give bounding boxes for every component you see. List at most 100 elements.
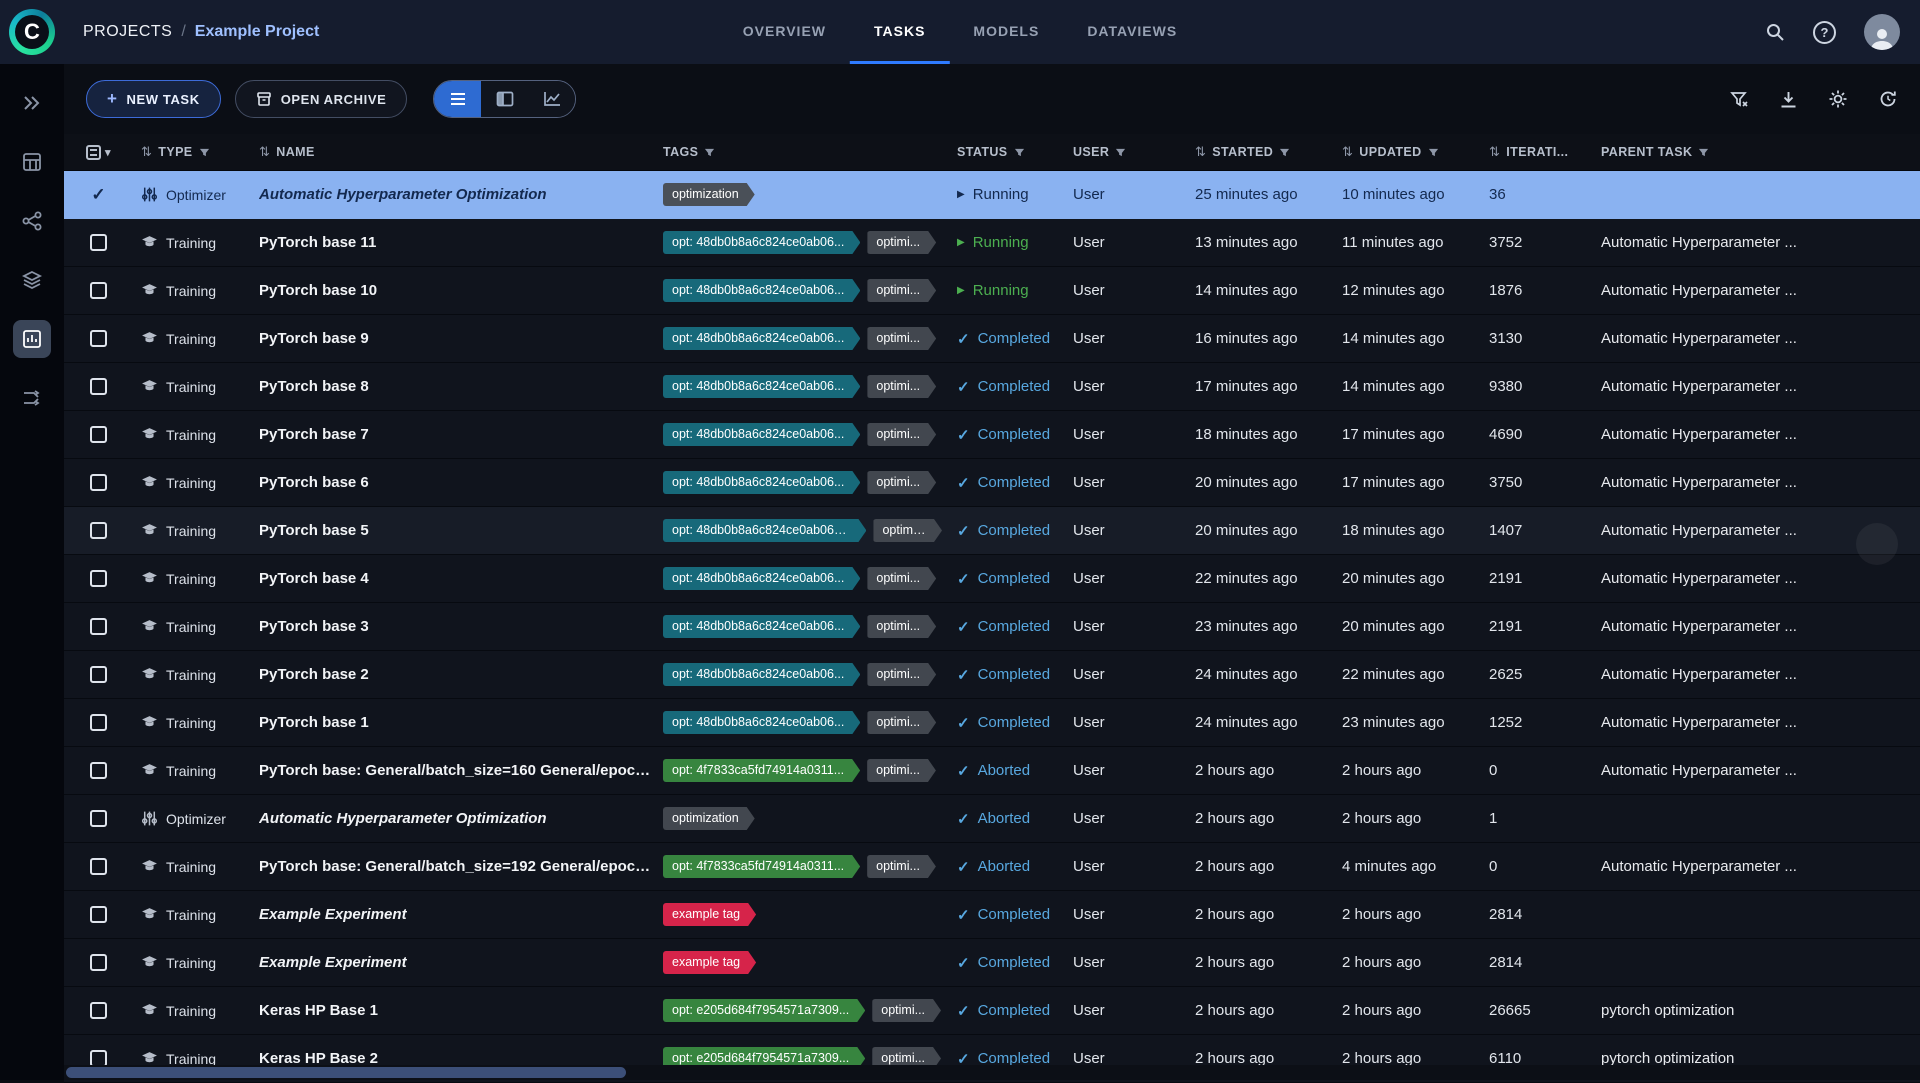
sidebar-item-pipelines[interactable] [13, 202, 51, 240]
column-header-user[interactable]: USER [1065, 145, 1187, 159]
column-header-tags[interactable]: TAGS [655, 145, 949, 159]
task-name[interactable]: PyTorch base 5 [259, 522, 369, 539]
task-tag[interactable]: optimization [663, 183, 755, 206]
task-parent[interactable]: Automatic Hyperparameter ... [1593, 234, 1920, 251]
task-parent[interactable]: Automatic Hyperparameter ... [1593, 474, 1920, 491]
task-name[interactable]: PyTorch base 2 [259, 666, 369, 683]
table-view-button[interactable] [434, 81, 481, 117]
row-checkbox[interactable] [90, 522, 107, 539]
compare-chart-view-button[interactable] [528, 81, 575, 117]
tab-tasks[interactable]: TASKS [850, 0, 949, 64]
task-parent[interactable]: Automatic Hyperparameter ... [1593, 762, 1920, 779]
task-tag[interactable]: opt: 48db0b8a6c824ce0ab06... [663, 663, 860, 686]
row-checkbox[interactable] [90, 474, 107, 491]
task-name[interactable]: PyTorch base 8 [259, 378, 369, 395]
row-checkbox[interactable] [90, 954, 107, 971]
user-avatar[interactable] [1864, 14, 1900, 50]
task-tag[interactable]: optimi... [867, 615, 936, 638]
task-tag[interactable]: optimi... [867, 423, 936, 446]
task-name[interactable]: Keras HP Base 1 [259, 1002, 378, 1019]
task-tag[interactable]: opt: 48db0b8a6c824ce0ab06... [663, 711, 860, 734]
column-header-name[interactable]: ⇅ NAME [251, 144, 655, 160]
row-checkbox[interactable] [90, 714, 107, 731]
task-name[interactable]: PyTorch base: General/batch_size=192 Gen… [259, 858, 655, 875]
table-row[interactable]: ✓ Training PyTorch base: General/batch_s… [64, 843, 1920, 891]
column-header-iterations[interactable]: ⇅ ITERATI... [1481, 144, 1593, 160]
task-tag[interactable]: optimi... [867, 711, 936, 734]
row-checkbox[interactable] [90, 810, 107, 827]
task-parent[interactable]: Automatic Hyperparameter ... [1593, 666, 1920, 683]
task-name[interactable]: PyTorch base 3 [259, 618, 369, 635]
table-row[interactable]: ✓ Training PyTorch base 3 opt: 48db0b8a6… [64, 603, 1920, 651]
task-tag[interactable]: opt: 4f7833ca5fd74914a0311... [663, 855, 860, 878]
column-header-updated[interactable]: ⇅ UPDATED [1334, 144, 1481, 160]
sort-icon[interactable]: ⇅ [141, 144, 152, 160]
row-checkbox[interactable] [90, 234, 107, 251]
table-row[interactable]: ✓ Training Keras HP Base 1 opt: e205d684… [64, 987, 1920, 1035]
task-name[interactable]: PyTorch base 6 [259, 474, 369, 491]
task-name[interactable]: PyTorch base: General/batch_size=160 Gen… [259, 762, 655, 779]
row-checkbox[interactable] [90, 1002, 107, 1019]
select-all-checkbox-icon[interactable] [86, 145, 101, 160]
sort-icon[interactable]: ⇅ [1195, 144, 1206, 160]
task-name[interactable]: PyTorch base 1 [259, 714, 369, 731]
detail-view-button[interactable] [481, 81, 528, 117]
table-row[interactable]: ✓ Optimizer Automatic Hyperparameter Opt… [64, 171, 1920, 219]
task-name[interactable]: Example Experiment [259, 954, 407, 971]
task-tag[interactable]: optimi... [867, 663, 936, 686]
task-tag[interactable]: optimi... [867, 759, 936, 782]
task-tag[interactable]: example tag [663, 951, 756, 974]
table-row[interactable]: ✓ Training PyTorch base: General/batch_s… [64, 747, 1920, 795]
table-row[interactable]: ✓ Training PyTorch base 8 opt: 48db0b8a6… [64, 363, 1920, 411]
task-tag[interactable]: opt: e205d684f7954571a7309... [663, 999, 865, 1022]
table-row[interactable]: ✓ Training Example Experiment example ta… [64, 891, 1920, 939]
select-all-caret-icon[interactable]: ▾ [105, 146, 111, 159]
task-tag[interactable]: opt: 48db0b8a6c824ce0ab06... [663, 423, 860, 446]
row-checkbox[interactable] [90, 282, 107, 299]
task-name[interactable]: Example Experiment [259, 906, 407, 923]
task-name[interactable]: PyTorch base 4 [259, 570, 369, 587]
open-archive-button[interactable]: OPEN ARCHIVE [235, 80, 408, 118]
task-tag[interactable]: optimi... [867, 471, 936, 494]
task-parent[interactable]: Automatic Hyperparameter ... [1593, 282, 1920, 299]
table-row[interactable]: ✓ Training PyTorch base 2 opt: 48db0b8a6… [64, 651, 1920, 699]
row-checkbox[interactable] [90, 426, 107, 443]
search-icon[interactable] [1765, 22, 1785, 42]
table-row[interactable]: ✓ Training PyTorch base 10 opt: 48db0b8a… [64, 267, 1920, 315]
task-parent[interactable]: Automatic Hyperparameter ... [1593, 378, 1920, 395]
task-tag[interactable]: example tag [663, 903, 756, 926]
task-parent[interactable]: Automatic Hyperparameter ... [1593, 330, 1920, 347]
task-name[interactable]: PyTorch base 7 [259, 426, 369, 443]
task-tag[interactable]: opt: 4f7833ca5fd74914a0311... [663, 759, 860, 782]
column-header-type[interactable]: ⇅ TYPE [133, 144, 251, 160]
task-tag[interactable]: opt: 48db0b8a6c824ce0ab06... [663, 327, 860, 350]
download-icon[interactable] [1779, 90, 1798, 109]
task-tag[interactable]: optimi... [867, 567, 936, 590]
tab-models[interactable]: MODELS [949, 0, 1063, 64]
task-tag[interactable]: opt: 48db0b8a6c824ce0ab06... [663, 615, 860, 638]
sidebar-item-datasets[interactable] [13, 261, 51, 299]
task-tag[interactable]: optimi... [872, 999, 941, 1022]
task-tag[interactable]: optimi... [867, 231, 936, 254]
breadcrumb-projects-link[interactable]: PROJECTS [83, 23, 172, 41]
task-tag[interactable]: optimization [663, 807, 755, 830]
new-task-button[interactable]: + NEW TASK [86, 80, 221, 118]
clearml-logo-icon[interactable]: C [9, 9, 55, 55]
task-tag[interactable]: opt: 48db0b8a6c824ce0ab06... [663, 279, 860, 302]
task-tag[interactable]: opt: 48db0b8a6c824ce0ab06... [663, 231, 860, 254]
row-checkbox[interactable] [90, 378, 107, 395]
sort-icon[interactable]: ⇅ [259, 144, 270, 160]
table-row[interactable]: ✓ Training PyTorch base 5 opt: 48db0b8a6… [64, 507, 1920, 555]
sidebar-item-projects[interactable] [13, 320, 51, 358]
sort-icon[interactable]: ⇅ [1342, 144, 1353, 160]
settings-gear-icon[interactable] [1828, 89, 1848, 109]
horizontal-scrollbar[interactable] [64, 1065, 1920, 1080]
row-checkbox[interactable] [90, 762, 107, 779]
table-row[interactable]: ✓ Training PyTorch base 4 opt: 48db0b8a6… [64, 555, 1920, 603]
scroll-indicator[interactable] [1856, 523, 1898, 565]
tab-dataviews[interactable]: DATAVIEWS [1063, 0, 1201, 64]
sidebar-item-boards[interactable] [13, 143, 51, 181]
task-tag[interactable]: optimi... [867, 855, 936, 878]
table-row[interactable]: ✓ Training Example Experiment example ta… [64, 939, 1920, 987]
task-parent[interactable]: Automatic Hyperparameter ... [1593, 858, 1920, 875]
